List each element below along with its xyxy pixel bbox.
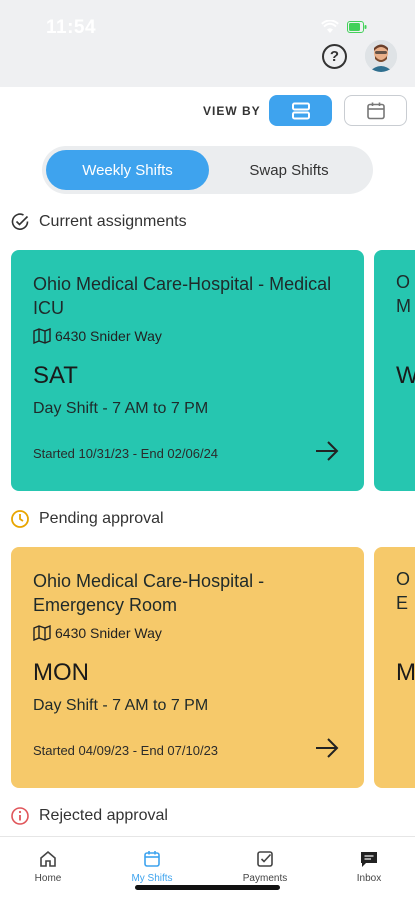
avatar[interactable] <box>365 40 397 72</box>
list-view-icon <box>291 102 310 119</box>
nav-inbox[interactable]: Inbox <box>329 849 409 884</box>
info-icon <box>10 806 30 826</box>
nav-my-shifts[interactable]: My Shifts <box>112 849 192 884</box>
shift-time: Day Shift - 7 AM to 7 PM <box>33 697 209 714</box>
wifi-icon <box>321 20 339 33</box>
status-time: 11:54 <box>46 17 97 38</box>
map-icon <box>33 328 51 344</box>
address: 6430 Snider Way <box>33 328 162 344</box>
peek-letter: O <box>396 272 411 292</box>
facility-name: Ohio Medical Care-Hospital - Medical ICU <box>33 274 332 318</box>
next-card-peek[interactable]: O M W <box>374 250 415 491</box>
address-text: 6430 Snider Way <box>55 328 162 344</box>
top-bar: 11:54 ? <box>0 0 415 87</box>
calendar-icon <box>366 102 385 119</box>
calendar-icon <box>144 851 160 867</box>
status-icons <box>321 20 367 34</box>
shift-day: SAT <box>33 362 78 389</box>
shift-day: MON <box>33 659 89 686</box>
nav-label: My Shifts <box>131 873 173 884</box>
assignment-card[interactable]: Ohio Medical Care-Hospital - Emergency R… <box>11 547 364 788</box>
list-view-button[interactable] <box>269 95 332 126</box>
nav-label: Home <box>34 873 62 884</box>
map-icon <box>33 625 51 641</box>
address-text: 6430 Snider Way <box>55 625 162 641</box>
shift-dates: Started 04/09/23 - End 07/10/23 <box>33 743 219 758</box>
question-icon: ? <box>329 48 340 65</box>
view-by-label: VIEW BY <box>203 104 261 118</box>
peek-letter: M <box>396 659 415 686</box>
battery-icon <box>347 21 367 33</box>
section-pending-approval: Pending approval <box>10 509 164 529</box>
tab-weekly-shifts[interactable]: Weekly Shifts <box>46 150 209 190</box>
section-rejected-approval: Rejected approval <box>10 806 168 826</box>
clock-icon <box>10 509 30 529</box>
nav-label: Inbox <box>356 873 382 884</box>
next-card-peek[interactable]: O E M <box>374 547 415 788</box>
calendar-view-button[interactable] <box>344 95 407 126</box>
chat-icon <box>361 852 377 867</box>
help-button[interactable]: ? <box>322 44 347 69</box>
peek-letter: E <box>396 593 409 613</box>
nav-label: Payments <box>242 873 288 884</box>
address: 6430 Snider Way <box>33 625 162 641</box>
user-avatar-icon <box>365 40 397 72</box>
arrow-right-icon[interactable] <box>314 737 340 759</box>
peek-letter: W <box>396 362 415 389</box>
section-title: Pending approval <box>39 510 164 527</box>
arrow-right-icon[interactable] <box>314 440 340 462</box>
facility-name: Ohio Medical Care-Hospital - Emergency R… <box>33 571 265 615</box>
shift-type-toggle: Weekly Shifts Swap Shifts <box>42 146 373 194</box>
section-current-assignments: Current assignments <box>10 212 187 232</box>
assignment-card[interactable]: Ohio Medical Care-Hospital - Medical ICU… <box>11 250 364 491</box>
nav-payments[interactable]: Payments <box>225 849 305 884</box>
tab-swap-shifts[interactable]: Swap Shifts <box>209 150 369 190</box>
shift-dates: Started 10/31/23 - End 02/06/24 <box>33 446 219 461</box>
peek-letter: O <box>396 569 411 589</box>
section-title: Current assignments <box>39 213 187 230</box>
home-icon <box>40 850 56 867</box>
bottom-nav: Home My Shifts Payments Inbox <box>0 836 415 900</box>
nav-home[interactable]: Home <box>8 849 88 884</box>
section-title: Rejected approval <box>39 807 168 824</box>
home-indicator <box>135 885 280 890</box>
checkbox-icon <box>257 851 273 867</box>
peek-letter: M <box>396 296 411 316</box>
shift-time: Day Shift - 7 AM to 7 PM <box>33 400 209 417</box>
check-circle-icon <box>10 212 30 232</box>
